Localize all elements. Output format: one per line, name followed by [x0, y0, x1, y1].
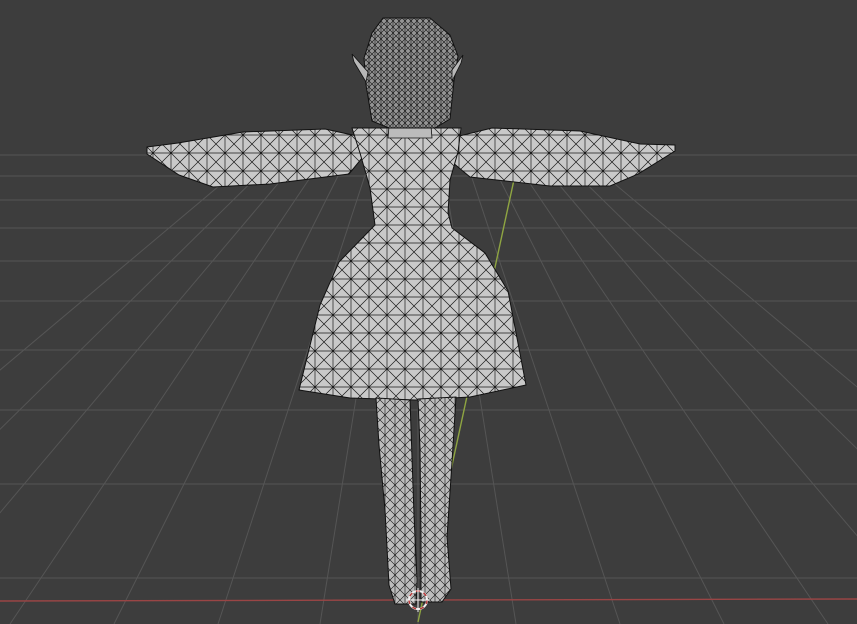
character-right-arm[interactable]	[445, 127, 676, 187]
3d-viewport[interactable]	[0, 0, 857, 624]
character-mesh[interactable]	[146, 17, 676, 605]
viewport-canvas[interactable]	[0, 0, 857, 624]
character-left-arm[interactable]	[146, 128, 368, 188]
character-hair[interactable]	[363, 17, 459, 129]
character-left-leg[interactable]	[375, 397, 418, 605]
character-right-leg[interactable]	[417, 396, 457, 603]
